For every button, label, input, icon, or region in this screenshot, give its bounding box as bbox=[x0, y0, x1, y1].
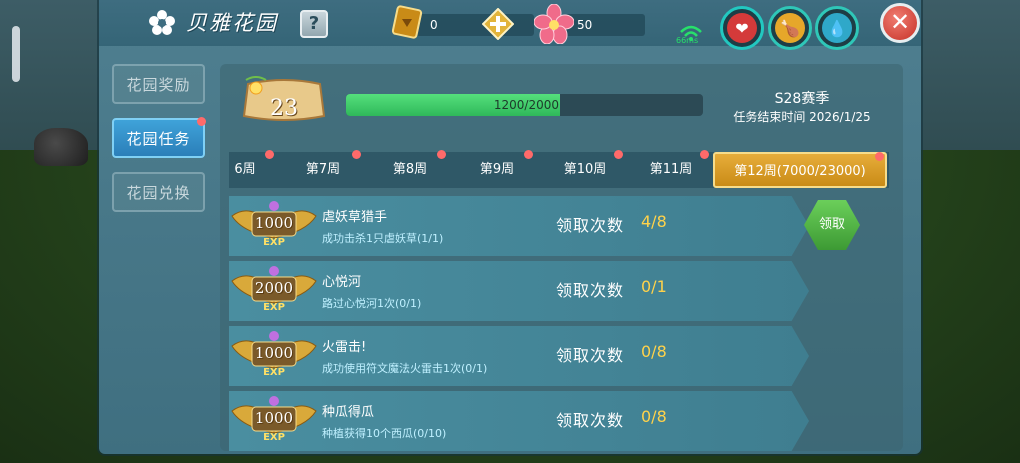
exp-label: EXP bbox=[263, 432, 285, 443]
claim-count-label: 领取次数 bbox=[556, 216, 625, 235]
notification-dot bbox=[875, 152, 884, 161]
exp-label: EXP bbox=[263, 302, 285, 313]
week-label: 第9周 bbox=[479, 162, 515, 177]
task-title: 种瓜得瓜 bbox=[322, 405, 375, 420]
season-end-time: 任务结束时间 2026/1/25 bbox=[733, 110, 871, 124]
claim-count: 4/8 bbox=[641, 212, 667, 231]
progress-text: 1200/2000 bbox=[493, 98, 559, 112]
health-stat[interactable]: ❤ bbox=[720, 6, 764, 50]
tab-garden-tasks[interactable]: 花园任务 bbox=[112, 117, 206, 158]
notification-dot bbox=[265, 150, 274, 159]
gold-counter: 0 bbox=[408, 14, 534, 36]
water-stat[interactable]: 💧 bbox=[815, 6, 859, 50]
task-title: 心悦河 bbox=[322, 275, 362, 290]
task-description: 路过心悦河1次(0/1) bbox=[322, 297, 422, 310]
gold-value: 0 bbox=[430, 18, 438, 32]
tab-week-6[interactable]: 6周 bbox=[229, 150, 274, 188]
food-icon: 🍗 bbox=[775, 13, 805, 43]
pink-flower-icon bbox=[534, 4, 574, 44]
exp-label: EXP bbox=[263, 367, 285, 378]
add-gold-button[interactable] bbox=[482, 8, 514, 40]
claim-count: 0/8 bbox=[641, 407, 667, 426]
tab-week-12[interactable]: 第12周(7000/23000) bbox=[713, 152, 887, 188]
tab-week-9[interactable]: 第9周 bbox=[464, 150, 533, 188]
food-stat[interactable]: 🍗 bbox=[768, 6, 812, 50]
claim-count: 0/1 bbox=[641, 277, 667, 296]
week-label: 第11周 bbox=[649, 162, 693, 177]
tab-week-8[interactable]: 第8周 bbox=[377, 150, 446, 188]
claim-count-label: 领取次数 bbox=[556, 281, 625, 300]
tab-label: 花园兑换 bbox=[126, 184, 191, 202]
claim-count-label: 领取次数 bbox=[556, 411, 625, 430]
task-description: 种植获得10个西瓜(0/10) bbox=[322, 427, 447, 440]
flower-counter: 50 bbox=[565, 14, 645, 36]
exp-value: 1000 bbox=[254, 344, 294, 362]
notification-dot bbox=[352, 150, 361, 159]
exp-label: EXP bbox=[263, 237, 285, 248]
week-label: 第7周 bbox=[305, 162, 341, 177]
background-rock bbox=[34, 128, 88, 166]
help-button[interactable]: ? bbox=[300, 10, 328, 38]
page-title: 贝雅花园 bbox=[186, 11, 278, 35]
gold-ticket-icon bbox=[391, 5, 423, 39]
exp-value: 2000 bbox=[254, 279, 294, 297]
task-title: 火雷击! bbox=[322, 340, 367, 355]
heart-icon: ❤ bbox=[727, 13, 757, 43]
notification-dot bbox=[437, 150, 446, 159]
notification-dot bbox=[197, 117, 206, 126]
task-title: 虐妖草猎手 bbox=[322, 210, 388, 225]
tab-week-7[interactable]: 第7周 bbox=[290, 150, 361, 188]
notification-dot bbox=[700, 150, 709, 159]
season-name: S28赛季 bbox=[774, 91, 830, 107]
week-label: 第8周 bbox=[392, 162, 428, 177]
tab-garden-rewards[interactable]: 花园奖励 bbox=[112, 64, 205, 104]
claim-count-label: 领取次数 bbox=[556, 346, 625, 365]
garden-level: 23 bbox=[270, 96, 298, 121]
week-label: 6周 bbox=[234, 162, 256, 177]
ping-text: 66ms bbox=[676, 36, 699, 45]
notification-dot bbox=[614, 150, 623, 159]
tab-garden-exchange[interactable]: 花园兑换 bbox=[112, 172, 205, 212]
garden-flower-icon bbox=[149, 10, 175, 35]
claim-count: 0/8 bbox=[641, 342, 667, 361]
water-drop-icon: 💧 bbox=[822, 13, 852, 43]
side-handle[interactable] bbox=[12, 26, 20, 82]
exp-value: 1000 bbox=[254, 409, 294, 427]
exp-value: 1000 bbox=[254, 214, 294, 232]
tab-week-11[interactable]: 第11周 bbox=[636, 150, 709, 188]
tab-label: 花园任务 bbox=[126, 130, 191, 148]
week-label: 第10周 bbox=[563, 162, 607, 177]
task-description: 成功使用符文魔法火雷击1次(0/1) bbox=[322, 362, 488, 375]
tab-label: 花园奖励 bbox=[126, 76, 191, 94]
tab-week-10[interactable]: 第10周 bbox=[550, 150, 623, 188]
notification-dot bbox=[524, 150, 533, 159]
task-description: 成功击杀1只虐妖草(1/1) bbox=[322, 232, 444, 245]
flower-value: 50 bbox=[577, 18, 593, 32]
week-label: 第12周(7000/23000) bbox=[734, 164, 866, 179]
close-button[interactable]: ✕ bbox=[880, 3, 920, 43]
